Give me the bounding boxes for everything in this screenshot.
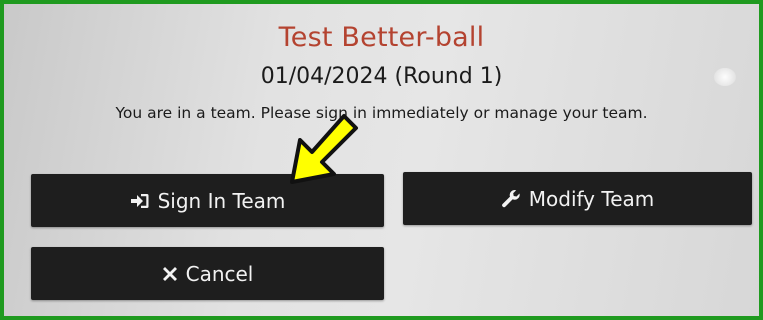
dialog-title: Test Better-ball (278, 22, 485, 53)
modify-team-button[interactable]: Modify Team (403, 172, 752, 225)
cancel-label: Cancel (185, 261, 254, 286)
modify-team-label: Modify Team (528, 186, 655, 211)
sign-in-icon (130, 192, 150, 210)
date-round-text: 01/04/2024 (Round 1) (260, 64, 503, 89)
team-message: You are in a team. Please sign in immedi… (115, 104, 648, 122)
times-icon (162, 266, 178, 282)
dialog-frame: Test Better-ball 01/04/2024 (Round 1) Yo… (0, 0, 763, 320)
sign-in-team-label: Sign In Team (157, 188, 286, 213)
yellow-arrow-icon (290, 114, 358, 184)
wrench-icon (501, 189, 521, 209)
cancel-button[interactable]: Cancel (31, 247, 384, 300)
